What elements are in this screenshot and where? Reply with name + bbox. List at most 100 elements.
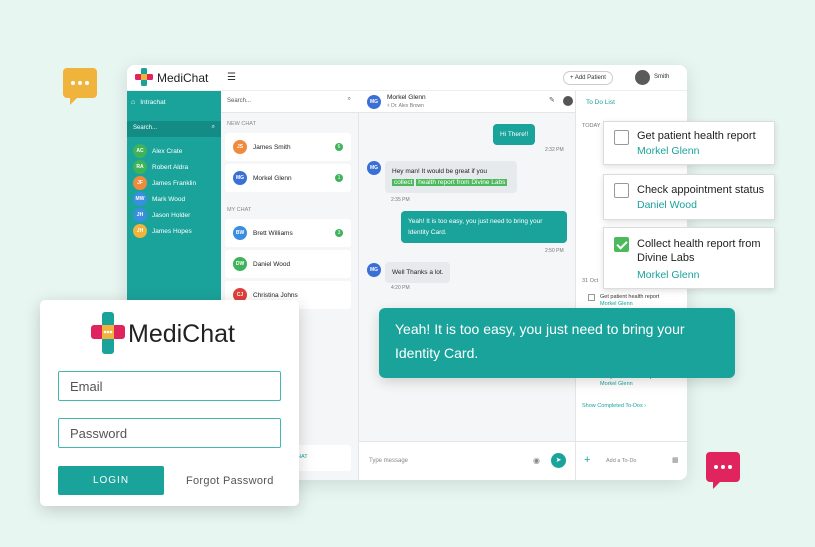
- sidebar-item[interactable]: JH James Hopes: [127, 223, 221, 239]
- sidebar-search-placeholder: Search...: [133, 125, 158, 131]
- avatar: MW: [133, 192, 147, 206]
- avatar: JH: [133, 224, 147, 238]
- todo-card[interactable]: Collect health report from Divine Labs M…: [603, 227, 775, 289]
- highlighted-text: health report from Divine Labs: [416, 179, 508, 186]
- email-field[interactable]: Email: [58, 371, 281, 401]
- list-icon[interactable]: [563, 96, 573, 106]
- show-completed-link[interactable]: Show Completed To-Dos ›: [582, 403, 646, 409]
- message-in: Well Thanks a lot.: [385, 262, 451, 283]
- todo-item[interactable]: Get patient health report Morkel Glenn: [600, 294, 659, 308]
- menu-icon[interactable]: ☰: [227, 72, 236, 83]
- todo-item-title: Get patient health report: [600, 294, 660, 300]
- contact-card[interactable]: DW Daniel Wood: [225, 250, 351, 278]
- add-patient-button[interactable]: + Add Patient: [563, 71, 613, 85]
- sidebar-item[interactable]: JH Jason Holder: [127, 207, 221, 223]
- search-icon: ⌕: [211, 124, 215, 130]
- contacts-search[interactable]: Search... ⌕: [221, 91, 359, 113]
- sidebar-item-label: James Hopes: [152, 227, 192, 235]
- avatar: MG: [367, 95, 381, 109]
- contact-card[interactable]: JS James Smith 6: [225, 133, 351, 161]
- avatar: JF: [133, 176, 147, 190]
- search-icon: ⌕: [347, 96, 351, 102]
- todo-card-sub: Daniel Wood: [637, 199, 697, 211]
- medichat-logo-icon: [91, 312, 125, 354]
- todo-item-sub: Morkel Glenn: [600, 381, 633, 387]
- calendar-icon[interactable]: ▦: [672, 456, 679, 464]
- sidebar-item-label: Jason Holder: [152, 211, 191, 219]
- my-chat-label: MY CHAT: [227, 207, 252, 213]
- avatar: MG: [367, 161, 381, 175]
- contact-name: Morkel Glenn: [253, 174, 292, 182]
- message-bubble-large: Yeah! It is too easy, you just need to b…: [379, 308, 735, 378]
- unread-badge: 1: [335, 174, 343, 182]
- login-card: MediChat Email Password LOGIN Forgot Pas…: [40, 300, 299, 506]
- forgot-password-link[interactable]: Forgot Password: [186, 475, 274, 487]
- message-time: 4:20 PM: [391, 285, 410, 291]
- message-input-placeholder: Type message: [369, 458, 409, 464]
- sidebar-item[interactable]: MW Mark Wood: [127, 191, 221, 207]
- todo-card[interactable]: Check appointment status Daniel Wood: [603, 174, 775, 220]
- intrachat-label: Intrachat: [140, 99, 166, 106]
- message-time: 2:32 PM: [545, 147, 564, 153]
- message-in: Hey man! It would be great if you collec…: [385, 161, 517, 193]
- todo-card-sub: Morkel Glenn: [637, 269, 700, 281]
- avatar: AC: [133, 144, 147, 158]
- chat-contact-name: Morkel Glenn: [387, 94, 426, 101]
- message-out: Hi There!!: [493, 124, 536, 145]
- sidebar-item[interactable]: AC Alex Crate: [127, 143, 221, 159]
- chat-doctor-name: Dr. Alex Brown: [391, 103, 424, 109]
- avatar[interactable]: [635, 70, 650, 85]
- message-time: 2:35 PM: [391, 197, 410, 203]
- sidebar-item[interactable]: RA Robert Aldra: [127, 159, 221, 175]
- sidebar-item[interactable]: JF James Franklin: [127, 175, 221, 191]
- todo-checkbox[interactable]: [588, 294, 595, 301]
- todo-today-label: TODAY: [582, 123, 601, 129]
- sidebar-list: AC Alex Crate RA Robert Aldra JF James Frankl…: [127, 143, 221, 239]
- chat-panel: MG Morkel Glenn ⚕ Dr. Alex Brown ✎ Hi Th…: [359, 91, 575, 480]
- plus-icon[interactable]: +: [584, 454, 590, 466]
- chat-header: MG Morkel Glenn ⚕ Dr. Alex Brown ✎: [359, 91, 575, 113]
- unread-badge: 6: [335, 143, 343, 151]
- chevron-right-icon: ›: [644, 403, 647, 409]
- show-completed-label: Show Completed To-Dos: [582, 403, 643, 409]
- todo-title: To Do List: [586, 99, 615, 106]
- avatar: RA: [133, 160, 147, 174]
- intrachat-item[interactable]: ⌂ Intrachat: [131, 99, 166, 106]
- sidebar-item-label: Robert Aldra: [152, 163, 189, 171]
- highlighted-text: collect: [392, 179, 415, 186]
- avatar: DW: [233, 257, 247, 271]
- avatar: JH: [133, 208, 147, 222]
- contact-name: Christina Johns: [253, 291, 298, 299]
- avatar: JS: [233, 140, 247, 154]
- new-chat-label: NEW CHAT: [227, 121, 256, 127]
- edit-icon[interactable]: ✎: [549, 96, 555, 104]
- todo-checkbox[interactable]: [614, 183, 629, 198]
- contact-card[interactable]: MG Morkel Glenn 1: [225, 164, 351, 192]
- message-input[interactable]: Type message ◉ ➤: [359, 441, 575, 480]
- add-todo-input[interactable]: + Add a To-Do ▦: [576, 441, 687, 480]
- contact-card[interactable]: BW Brett Williams 3: [225, 219, 351, 247]
- contact-name: Daniel Wood: [253, 260, 291, 268]
- eye-icon[interactable]: ◉: [533, 456, 540, 465]
- todo-checkbox-checked[interactable]: [614, 237, 629, 252]
- todo-checkbox[interactable]: [614, 130, 629, 145]
- chat-bubble-icon: [706, 452, 740, 489]
- avatar: MG: [367, 263, 381, 277]
- todo-card[interactable]: Get patient health report Morkel Glenn: [603, 121, 775, 165]
- unread-badge: 3: [335, 229, 343, 237]
- sidebar-item-label: Mark Wood: [152, 195, 186, 203]
- password-field[interactable]: Password: [58, 418, 281, 448]
- contact-name: James Smith: [253, 143, 291, 151]
- send-button[interactable]: ➤: [551, 453, 566, 468]
- user-name[interactable]: Smith: [654, 74, 669, 80]
- contacts-search-placeholder: Search...: [227, 98, 252, 104]
- sidebar-search[interactable]: Search... ⌕: [127, 121, 221, 137]
- avatar: MG: [233, 171, 247, 185]
- sidebar-item-label: James Franklin: [152, 179, 197, 187]
- medichat-logo-icon: [135, 68, 153, 86]
- todo-card-title: Collect health report from Divine Labs: [637, 238, 761, 264]
- message-out: Yeah! It is too easy, you just need to b…: [401, 211, 567, 243]
- todo-card-sub: Morkel Glenn: [637, 145, 700, 157]
- login-brand: MediChat: [128, 320, 235, 348]
- login-button[interactable]: LOGIN: [58, 466, 164, 495]
